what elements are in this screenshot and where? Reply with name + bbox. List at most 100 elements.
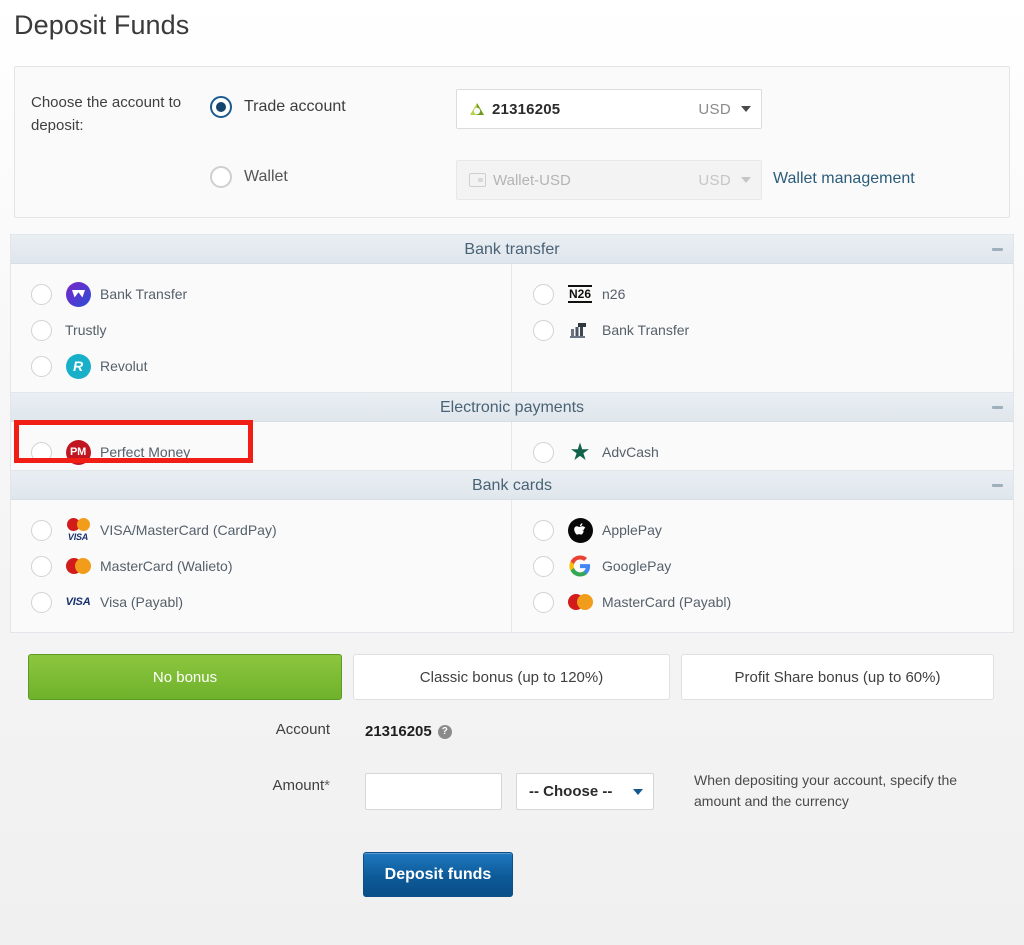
chevron-down-icon[interactable]	[741, 177, 751, 183]
mastercard-logo	[567, 589, 593, 615]
group-header-bank-cards[interactable]: Bank cards	[11, 471, 1013, 500]
account-chooser-label: Choose the account to deposit:	[31, 94, 182, 134]
visa-logo: VISA	[65, 589, 91, 615]
revolut-logo-mark: R	[65, 353, 91, 379]
mastercard-icon	[567, 594, 593, 610]
method-perfect-money[interactable]: PM Perfect Money	[11, 434, 511, 470]
method-mastercard-walieto[interactable]: MasterCard (Walieto)	[11, 548, 511, 584]
radio-method[interactable]	[31, 283, 52, 305]
apple-pay-logo	[567, 517, 593, 543]
perfect-money-logo: PM	[65, 439, 91, 465]
revolut-logo: R	[65, 353, 91, 379]
method-revolut[interactable]: R Revolut	[11, 348, 511, 384]
currency-select[interactable]: -- Choose --	[516, 773, 654, 810]
group-column-left: VISA VISA/MasterCard (CardPay) MasterCar…	[11, 500, 512, 632]
group-body: Bank Transfer Trustly R Revolut N26 n26 …	[11, 264, 1013, 396]
group-column-right: N26 n26 Bank Transfer	[512, 264, 1013, 396]
advcash-star-icon	[571, 442, 589, 460]
deposit-funds-page: Deposit Funds Choose the account to depo…	[0, 0, 1024, 945]
deposit-funds-button[interactable]: Deposit funds	[363, 852, 513, 897]
bank-transfer-logo-mark	[65, 281, 91, 307]
method-visa-payabl[interactable]: VISA Visa (Payabl)	[11, 584, 511, 620]
method-label: AdvCash	[602, 444, 659, 460]
method-bank-transfer-generic[interactable]: Bank Transfer	[512, 312, 1013, 348]
method-label: Bank Transfer	[100, 286, 188, 302]
chevron-down-icon[interactable]	[741, 106, 751, 112]
minus-icon[interactable]	[992, 406, 1003, 409]
currency-select-value: -- Choose --	[529, 783, 613, 800]
chevron-down-icon[interactable]	[633, 788, 643, 795]
bonus-selector: No bonus Classic bonus (up to 120%) Prof…	[28, 654, 995, 700]
wallet-account-select[interactable]: Wallet-USD USD	[456, 160, 762, 200]
radio-method[interactable]	[533, 319, 554, 341]
radio-option-trade-account[interactable]: Trade account	[210, 96, 346, 118]
minus-icon[interactable]	[992, 484, 1003, 487]
help-icon[interactable]: ?	[437, 724, 452, 739]
trade-account-select[interactable]: 21316205 USD	[456, 89, 762, 129]
method-visa-mastercard-cardpay[interactable]: VISA VISA/MasterCard (CardPay)	[11, 512, 511, 548]
radio-method[interactable]	[31, 555, 52, 577]
account-field-value: 21316205	[365, 723, 432, 740]
method-label: MasterCard (Payabl)	[602, 594, 732, 610]
radio-method[interactable]	[31, 441, 52, 463]
trade-account-currency: USD	[698, 100, 731, 118]
bonus-option-classic[interactable]: Classic bonus (up to 120%)	[353, 654, 670, 700]
group-header-bank-transfer[interactable]: Bank transfer	[11, 235, 1013, 264]
wallet-account-name: Wallet-USD	[493, 171, 571, 189]
mastercard-logo	[65, 553, 91, 579]
google-g-icon	[569, 555, 591, 577]
bonus-option-profit-share[interactable]: Profit Share bonus (up to 60%)	[681, 654, 994, 700]
method-n26[interactable]: N26 n26	[512, 276, 1013, 312]
radio-option-wallet[interactable]: Wallet	[210, 166, 288, 188]
method-label: Trustly	[65, 322, 107, 338]
account-field-label: Account	[275, 721, 330, 738]
wallet-icon	[469, 173, 486, 187]
n26-logo: N26	[567, 281, 593, 307]
group-bank-cards: Bank cards VISA VISA/MasterCard (CardPay…	[10, 470, 1014, 633]
google-pay-logo	[567, 553, 593, 579]
method-label: Revolut	[100, 358, 148, 374]
mastercard-icon	[66, 518, 90, 531]
wallet-management-link[interactable]: Wallet management	[773, 170, 915, 188]
method-applepay[interactable]: ApplePay	[512, 512, 1013, 548]
minus-icon[interactable]	[992, 248, 1003, 251]
group-title: Bank cards	[471, 477, 553, 494]
wallet-account-currency: USD	[698, 171, 731, 189]
radio-method[interactable]	[533, 283, 554, 305]
group-column-right: ApplePay GooglePay MasterCard (Payabl)	[512, 500, 1013, 632]
group-bank-transfer: Bank transfer Bank Transfer Trustly R Re…	[10, 234, 1014, 397]
method-mastercard-payabl[interactable]: MasterCard (Payabl)	[512, 584, 1013, 620]
radio-method[interactable]	[31, 591, 52, 613]
radio-method[interactable]	[31, 519, 52, 541]
amount-input[interactable]	[365, 773, 502, 810]
radio-wallet[interactable]	[210, 166, 232, 188]
visa-icon: VISA	[67, 532, 89, 542]
radio-trade-account[interactable]	[210, 96, 232, 118]
method-label: n26	[602, 286, 626, 302]
method-label: ApplePay	[602, 522, 662, 538]
group-title: Electronic payments	[439, 399, 585, 416]
radio-method[interactable]	[31, 355, 52, 377]
radio-method[interactable]	[533, 519, 554, 541]
method-advcash[interactable]: AdvCash	[512, 434, 1013, 470]
trade-account-number: 21316205	[492, 100, 561, 118]
radio-method[interactable]	[533, 591, 554, 613]
method-trustly[interactable]: Trustly	[11, 312, 511, 348]
amount-hint: When depositing your account, specify th…	[694, 772, 958, 809]
bank-building-logo	[567, 317, 593, 343]
radio-method[interactable]	[533, 555, 554, 577]
page-title: Deposit Funds	[14, 10, 190, 40]
mastercard-icon	[65, 558, 91, 574]
method-label: Perfect Money	[100, 444, 191, 460]
method-bank-transfer-wise[interactable]: Bank Transfer	[11, 276, 511, 312]
bank-building-icon	[570, 323, 586, 338]
advcash-logo	[567, 439, 593, 465]
method-label: MasterCard (Walieto)	[100, 558, 233, 574]
radio-method[interactable]	[31, 319, 52, 341]
bonus-option-no-bonus[interactable]: No bonus	[28, 654, 342, 700]
group-body: VISA VISA/MasterCard (CardPay) MasterCar…	[11, 500, 1013, 632]
method-googlepay[interactable]: GooglePay	[512, 548, 1013, 584]
radio-method[interactable]	[533, 441, 554, 463]
required-mark: *	[324, 777, 330, 794]
group-header-electronic-payments[interactable]: Electronic payments	[11, 393, 1013, 422]
